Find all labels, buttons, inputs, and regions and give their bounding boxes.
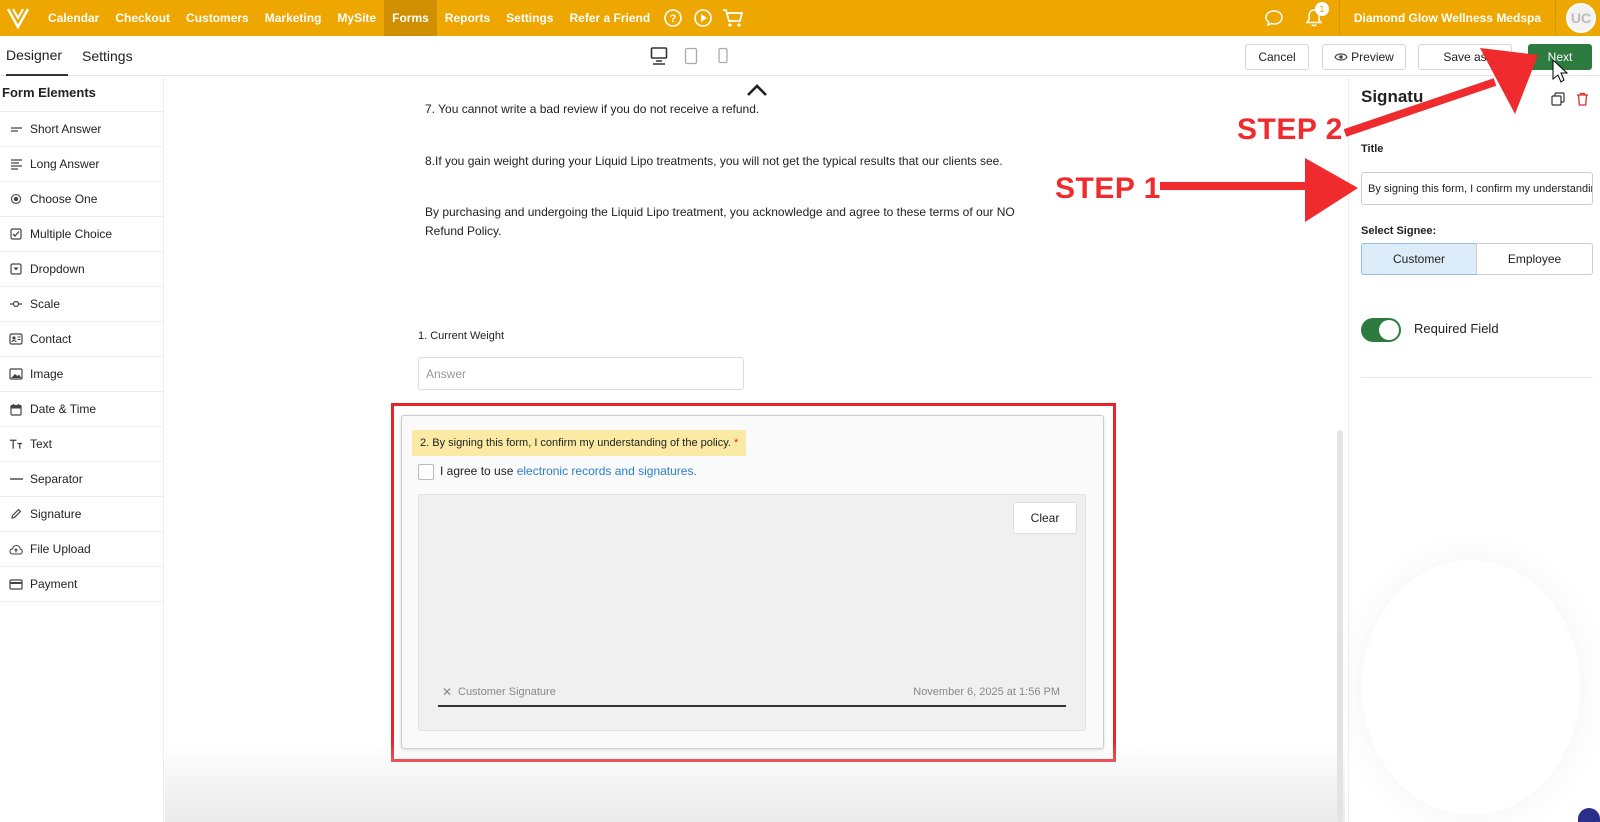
step-2-label: STEP 2 — [1237, 113, 1343, 146]
step-1-label: STEP 1 — [1055, 172, 1161, 205]
annotation-arrows — [1160, 48, 1569, 222]
